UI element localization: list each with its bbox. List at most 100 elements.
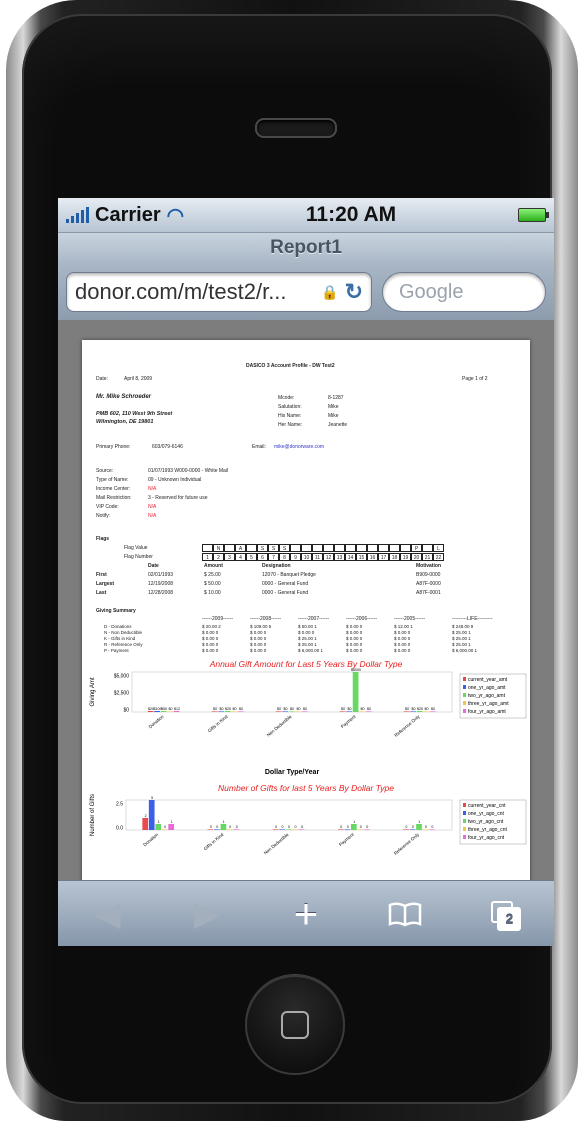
bar-value-label: 0 (210, 825, 212, 829)
bar-value-label: 1 (158, 820, 160, 824)
reload-icon[interactable]: ↻ (345, 279, 363, 305)
bar (220, 824, 227, 830)
flag-value-cell: S (279, 544, 290, 552)
summary-cell: $ 248.00 9 (452, 624, 474, 629)
bar-value-label: $0 (341, 707, 345, 711)
bar (233, 829, 240, 830)
gift-amount-chart: Annual Gift Amount for Last 5 Years By D… (90, 659, 527, 776)
flag-value-cell (224, 544, 235, 552)
bar (298, 829, 305, 830)
bar (227, 829, 233, 830)
bar (167, 711, 173, 712)
legend-swatch (463, 701, 466, 705)
battery-icon (517, 208, 549, 222)
legend-label: one_yr_ago_amt (468, 685, 506, 691)
summary-cell: $ 0.00 0 (202, 636, 219, 641)
summary-cell: $ 0.00 0 (346, 642, 363, 647)
legend-label: one_yr_ago_cnt (468, 811, 504, 817)
bar-value-label: $0 (220, 707, 224, 711)
pages-icon[interactable]: 2 (474, 889, 534, 939)
email-link[interactable]: mike@donorware.com (274, 444, 324, 450)
bar-value-label: $50 (161, 707, 167, 711)
summary-cell: $ 0.00 0 (250, 630, 267, 635)
email-label: Email: (252, 444, 266, 450)
flag-value-cell: S (268, 544, 279, 552)
earpiece-speaker (255, 118, 337, 138)
bar-value-label: 0 (431, 825, 433, 829)
legend-swatch (463, 693, 466, 697)
id-label: Her Name: (278, 422, 303, 428)
detail-value: 09 - Unknown Individual (148, 477, 202, 483)
flag-value-cell (422, 544, 433, 552)
detail-label: Type of Name: (96, 477, 129, 483)
id-value: Mike (328, 404, 339, 410)
flag-number-cell: 7 (268, 553, 279, 561)
summary-cell: $ 0.00 0 (202, 642, 219, 647)
add-bookmark-icon[interactable]: + (276, 889, 336, 939)
legend-swatch (463, 835, 466, 839)
bookmarks-book-icon[interactable] (375, 889, 435, 939)
x-tick-label: Payment (340, 713, 357, 729)
summary-cell: $ 50.00 1 (298, 624, 317, 629)
flag-number-cell: 22 (433, 553, 444, 561)
x-tick-label: Non Deductible (266, 714, 293, 738)
url-text: donor.com/m/test2/r... (75, 279, 287, 304)
plot-area (131, 671, 453, 713)
bar (409, 829, 416, 830)
bar (337, 829, 344, 830)
bar (173, 711, 180, 712)
gift-type: Last (96, 590, 107, 596)
flag-number-cell: 15 (356, 553, 367, 561)
flag-number-cell: 16 (367, 553, 378, 561)
bar (272, 829, 279, 830)
detail-label: Income Center: (96, 486, 131, 492)
x-axis-title: Dollar Type/Year (265, 769, 320, 776)
bar-value-label: 1 (171, 820, 173, 824)
y-tick-label: 0.0 (116, 826, 123, 832)
flag-value-cell (356, 544, 367, 552)
flag-value-cell (290, 544, 301, 552)
url-field[interactable]: donor.com/m/test2/r... 🔒 ↻ (66, 272, 372, 312)
address-line-1: PMB 602, 110 West 9th Street (96, 411, 173, 417)
bar-value-label: $0 (290, 707, 294, 711)
chart-title: Number of Gifts for last 5 Years By Doll… (218, 783, 394, 793)
page-title: Report1 (58, 233, 554, 263)
back-icon[interactable]: ◀ (78, 889, 138, 939)
flag-number-cell: 1 (202, 553, 213, 561)
search-field[interactable]: Google (382, 272, 546, 312)
home-button[interactable] (245, 975, 345, 1075)
address-bar-row: donor.com/m/test2/r... 🔒 ↻ Google (58, 263, 554, 322)
web-content[interactable]: DASICO 3 Account Profile - DW Test2 Date… (58, 320, 554, 880)
bar (279, 829, 285, 830)
bar-value-label: 1 (418, 820, 420, 824)
flag-number-label: Flag Number (124, 554, 153, 560)
bar (160, 711, 167, 712)
gift-designation: 0000 - General Fund (262, 581, 309, 587)
bar (285, 829, 292, 830)
bar-value-label: 0 (360, 825, 362, 829)
forward-icon[interactable]: ▶ (177, 889, 237, 939)
home-square-icon (281, 1011, 309, 1039)
bar-value-label: $25 (417, 707, 423, 711)
flag-value-cell: A (235, 544, 246, 552)
report-page: DASICO 3 Account Profile - DW Test2 Date… (82, 340, 530, 880)
summary-cell: $ 25.00 1 (298, 642, 317, 647)
bar-value-label: 0 (295, 825, 297, 829)
bar (416, 824, 422, 830)
summary-cell: $ 0.00 0 (202, 630, 219, 635)
bar (218, 711, 224, 712)
summary-cell: $ 25.00 1 (452, 642, 471, 647)
summary-cell: $ 12.00 1 (394, 624, 413, 629)
legend-swatch (463, 827, 466, 831)
summary-cell: $ 0.00 0 (250, 642, 267, 647)
detail-value: 01/07/1993 W000-0000 - White Mail (148, 468, 229, 474)
bar (155, 824, 162, 830)
id-value: Jeanette (328, 422, 348, 428)
flag-number-cell: 2 (213, 553, 224, 561)
x-tick-label: Gifts in Kind (203, 832, 225, 852)
summary-cell: $ 20.00 2 (202, 624, 221, 629)
bar-value-label: 2 (145, 814, 147, 818)
bar (423, 711, 429, 712)
flag-number-cell: 11 (312, 553, 323, 561)
signal-icon (66, 207, 89, 223)
